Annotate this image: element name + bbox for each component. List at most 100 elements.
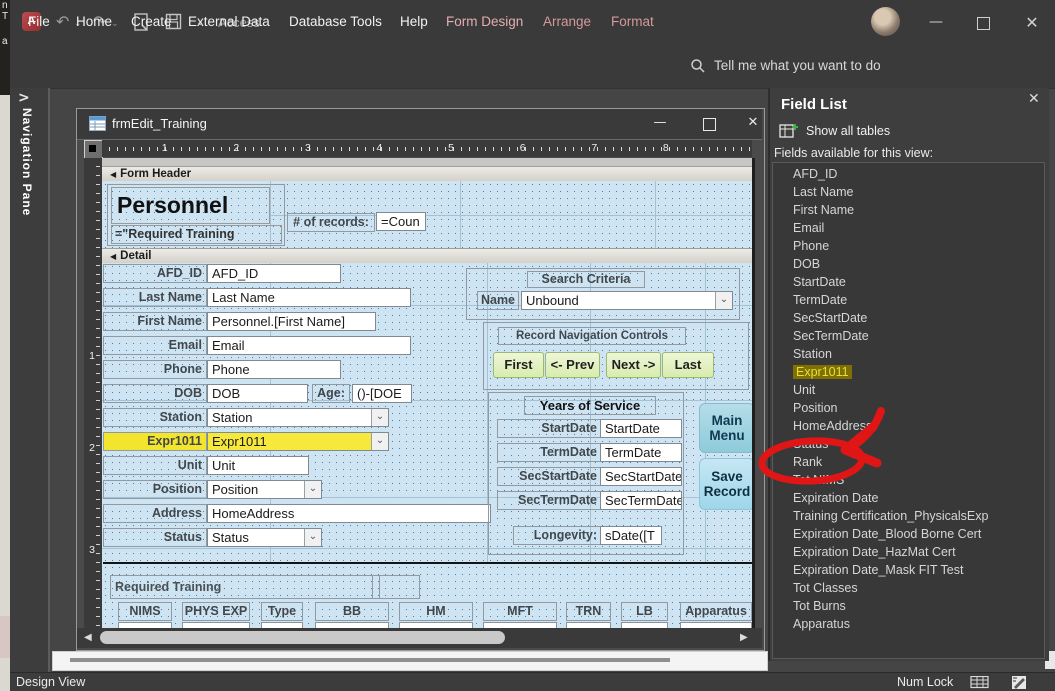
field-textbox[interactable]: TermDate — [600, 443, 682, 462]
main-menu-button[interactable]: Main Menu — [699, 403, 755, 453]
dropdown-arrow-icon[interactable]: ⌄ — [371, 433, 388, 450]
field-list-item[interactable]: Email — [773, 219, 1044, 237]
field-list-item[interactable]: TermDate — [773, 291, 1044, 309]
tab-create[interactable]: Create — [131, 0, 172, 44]
age-textbox[interactable]: ()-[DOE — [352, 384, 412, 403]
field-textbox[interactable]: SecTermDate — [600, 491, 682, 510]
undo-icon[interactable]: ↶ — [56, 13, 69, 31]
footer-column-label[interactable]: TRN — [566, 602, 611, 621]
footer-column-label[interactable]: HM — [399, 602, 473, 621]
field-list-item[interactable]: DOB — [773, 255, 1044, 273]
dropdown-arrow-icon[interactable]: ⌄ — [304, 481, 321, 498]
field-label[interactable]: SecStartDate — [497, 467, 602, 486]
form-maximize-button[interactable] — [703, 118, 716, 131]
show-all-tables-icon[interactable] — [779, 122, 799, 139]
field-textbox[interactable]: Last Name — [207, 288, 411, 307]
status-combobox[interactable]: Status ⌄ — [207, 528, 322, 547]
field-list-item[interactable]: Last Name — [773, 183, 1044, 201]
minimize-button[interactable]: — — [925, 14, 947, 30]
search-icon[interactable] — [690, 58, 706, 74]
field-textbox[interactable]: Phone — [207, 360, 341, 379]
field-list-item[interactable]: Status — [773, 435, 1044, 453]
design-view-icon[interactable] — [1010, 675, 1030, 690]
first-record-button[interactable]: First — [493, 352, 544, 378]
scroll-right-icon[interactable]: ▶ — [740, 632, 748, 643]
next-record-button[interactable]: Next -> — [606, 352, 661, 378]
document-scrollbar-thumb[interactable] — [70, 658, 670, 662]
name-label[interactable]: Name — [477, 291, 519, 310]
field-textbox[interactable]: AFD_ID — [207, 264, 341, 283]
search-criteria-title[interactable]: Search Criteria — [527, 271, 645, 288]
prev-record-button[interactable]: <- Prev — [545, 352, 600, 378]
expand-nav-pane-icon[interactable]: > — [18, 90, 30, 106]
dropdown-arrow-icon[interactable]: ⌄ — [304, 529, 321, 546]
user-avatar[interactable] — [871, 7, 900, 36]
required-training-footer-label[interactable]: Required Training — [110, 575, 380, 599]
last-record-button[interactable]: Last — [662, 352, 714, 378]
scrollbar-thumb[interactable] — [100, 631, 505, 644]
field-label[interactable]: Status — [103, 528, 207, 547]
field-list-item[interactable]: Training Certification_PhysicalsExp — [773, 507, 1044, 525]
footer-column-label[interactable]: Apparatus — [680, 602, 752, 621]
field-textbox[interactable]: Unit — [207, 456, 309, 475]
field-textbox[interactable]: HomeAddress — [207, 504, 491, 523]
field-label[interactable]: Station — [103, 408, 207, 427]
field-label[interactable]: AFD_ID — [103, 264, 207, 283]
footer-label-extension[interactable] — [372, 575, 420, 599]
field-list-item[interactable]: Station — [773, 345, 1044, 363]
field-list-item[interactable]: AFD_ID — [773, 165, 1044, 183]
field-list-item[interactable]: Tot Classes — [773, 579, 1044, 597]
footer-column-label[interactable]: NIMS — [118, 602, 172, 621]
field-list-item[interactable]: HomeAddress — [773, 417, 1044, 435]
field-label[interactable]: Email — [103, 336, 207, 355]
datasheet-view-icon[interactable] — [970, 676, 990, 689]
field-textbox[interactable]: SecStartDate — [600, 467, 682, 486]
field-label[interactable]: TermDate — [497, 443, 602, 462]
field-label[interactable]: First Name — [103, 312, 207, 331]
save-record-button[interactable]: Save Record — [699, 458, 755, 510]
field-label[interactable]: SecTermDate — [497, 491, 602, 510]
field-label[interactable]: Unit — [103, 456, 207, 475]
redo-dropdown-icon[interactable]: ⌄ — [111, 19, 119, 29]
field-label[interactable]: DOB — [103, 384, 207, 403]
show-all-tables-link[interactable]: Show all tables — [806, 124, 890, 138]
age-label[interactable]: Age: — [312, 384, 350, 403]
field-label[interactable]: Phone — [103, 360, 207, 379]
dropdown-arrow-icon[interactable]: ⌄ — [371, 409, 388, 426]
field-list-item[interactable]: Apparatus — [773, 615, 1044, 633]
close-button[interactable]: ✕ — [1021, 13, 1043, 32]
record-nav-title[interactable]: Record Navigation Controls — [498, 327, 686, 345]
footer-column-label[interactable]: MFT — [483, 602, 557, 621]
field-list-item[interactable]: Expiration Date — [773, 489, 1044, 507]
form-title-label[interactable]: Personnel — [111, 187, 270, 224]
maximize-button[interactable] — [977, 17, 990, 30]
field-label[interactable]: StartDate — [497, 419, 602, 438]
field-label[interactable]: Last Name — [103, 288, 207, 307]
field-list-item[interactable]: Tot NIMS — [773, 471, 1044, 489]
records-count-label[interactable]: # of records: — [287, 213, 375, 232]
tab-home[interactable]: Home — [76, 0, 112, 44]
field-list-item[interactable]: Expiration Date_HazMat Cert — [773, 543, 1044, 561]
field-list-item[interactable]: Expiration Date_Mask FIT Test — [773, 561, 1044, 579]
tab-arrange[interactable]: Arrange — [543, 0, 591, 44]
footer-column-label[interactable]: BB — [315, 602, 389, 621]
tab-form-design[interactable]: Form Design — [446, 0, 523, 44]
footer-column-label[interactable]: PHYS EXP — [182, 602, 250, 621]
years-of-service-title[interactable]: Years of Service — [524, 396, 656, 415]
field-textbox[interactable]: Email — [207, 336, 411, 355]
form-minimize-button[interactable]: — — [650, 115, 670, 130]
field-textbox[interactable]: StartDate — [600, 419, 682, 438]
field-list-item[interactable]: First Name — [773, 201, 1044, 219]
field-list-item[interactable]: Phone — [773, 237, 1044, 255]
navigation-pane-label[interactable]: Navigation Pane — [20, 108, 34, 216]
tab-database-tools[interactable]: Database Tools — [289, 0, 382, 44]
scroll-left-icon[interactable]: ◀ — [84, 632, 92, 643]
field-textbox[interactable]: DOB — [207, 384, 308, 403]
field-list-item[interactable]: Position — [773, 399, 1044, 417]
field-label[interactable]: Position — [103, 480, 207, 499]
field-label[interactable]: Address — [103, 504, 207, 523]
field-list-item[interactable]: SecStartDate — [773, 309, 1044, 327]
position-combobox[interactable]: Position ⌄ — [207, 480, 322, 499]
tab-help[interactable]: Help — [400, 0, 428, 44]
longevity-textbox[interactable]: sDate([T — [600, 526, 662, 545]
